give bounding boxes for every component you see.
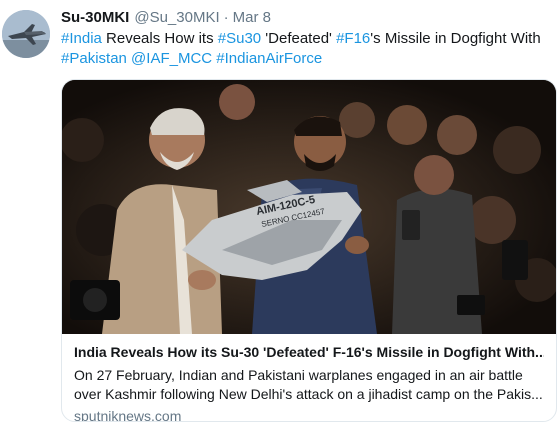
- tweet-text: #India Reveals How its #Su30 'Defeated' …: [61, 29, 556, 69]
- tweet: Su-30MKI @Su_30MKI · Mar 8 #India Reveal…: [61, 8, 556, 69]
- hashtag-link[interactable]: #India: [61, 30, 102, 47]
- user-handle[interactable]: @Su_30MKI: [134, 8, 219, 28]
- hashtag-link[interactable]: #F16: [336, 30, 370, 47]
- link-preview-card[interactable]: AIM-120C-5 SERNO CC12457 India Reveals H…: [61, 79, 557, 422]
- tweet-timestamp[interactable]: Mar 8: [233, 8, 271, 28]
- hashtag-link[interactable]: #IndianAirForce: [216, 50, 322, 67]
- tweet-text-segment: 'Defeated': [261, 30, 337, 47]
- hashtag-link[interactable]: #Su30: [218, 30, 261, 47]
- tweet-text-segment: 's Missile in Dogfight With: [370, 30, 541, 47]
- card-info: India Reveals How its Su-30 'Defeated' F…: [62, 334, 556, 422]
- avatar[interactable]: [2, 10, 50, 58]
- card-image: AIM-120C-5 SERNO CC12457: [62, 80, 556, 334]
- mention-link[interactable]: @IAF_MCC: [131, 50, 212, 67]
- card-description-line: On 27 February, Indian and Pakistani war…: [74, 367, 523, 383]
- tweet-text-segment: Reveals How its: [101, 30, 218, 47]
- card-domain: sputniknews.com: [74, 408, 182, 422]
- card-title[interactable]: India Reveals How its Su-30 'Defeated' F…: [74, 343, 544, 362]
- hashtag-link[interactable]: #Pakistan: [61, 50, 127, 67]
- separator-dot: ·: [223, 9, 229, 26]
- card-description-line: over Kashmir following New Delhi's attac…: [74, 386, 543, 402]
- tweet-header: Su-30MKI @Su_30MKI · Mar 8: [61, 8, 556, 28]
- card-description: On 27 February, Indian and Pakistani war…: [74, 366, 544, 404]
- display-name[interactable]: Su-30MKI: [61, 8, 129, 28]
- jet-avatar-image: [2, 10, 50, 58]
